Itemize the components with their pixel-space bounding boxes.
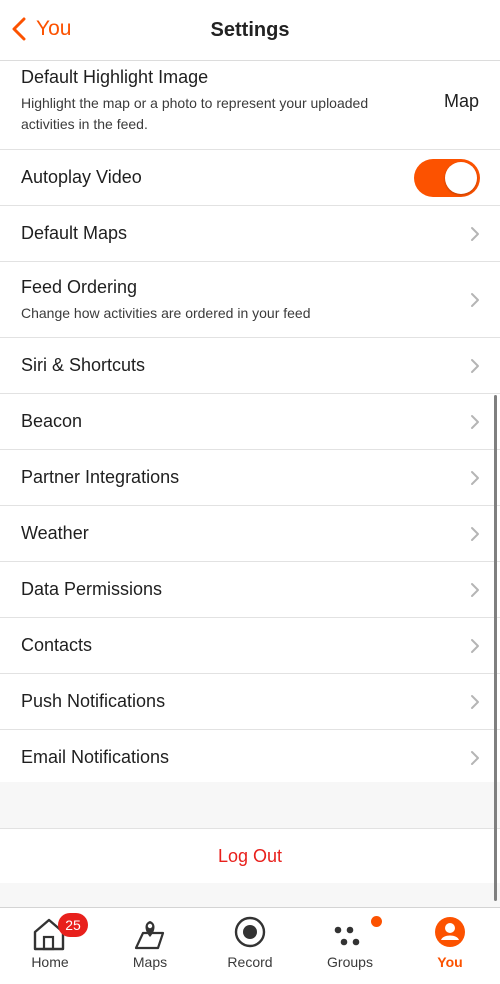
default-highlight-image-description-line1: Highlight the map or a photo to represen… — [21, 95, 369, 111]
notification-badge: 25 — [58, 913, 88, 937]
tab-maps[interactable]: Maps — [100, 908, 200, 984]
chevron-right-icon — [471, 695, 479, 709]
feed-ordering-label: Feed Ordering — [21, 277, 138, 297]
autoplay-video-toggle[interactable] — [414, 159, 480, 197]
contacts-label: Contacts — [21, 635, 93, 655]
partner-integrations-label: Partner Integrations — [21, 467, 180, 487]
feed-ordering-description: Change how activities are ordered in you… — [21, 305, 311, 321]
tab-you-label: You — [437, 954, 463, 970]
data-permissions-row[interactable]: Data Permissions — [0, 562, 500, 618]
default-maps-label: Default Maps — [21, 223, 128, 243]
toggle-knob — [445, 162, 477, 194]
chevron-right-icon — [471, 415, 479, 429]
scroll-indicator[interactable] — [494, 395, 497, 901]
settings-list: Default Highlight Image Highlight the ma… — [0, 61, 500, 786]
navigation-bar: You Settings — [0, 0, 500, 61]
push-notifications-row[interactable]: Push Notifications — [0, 674, 500, 730]
groups-icon — [334, 926, 360, 946]
log-out-button[interactable]: Log Out — [0, 828, 500, 884]
weather-label: Weather — [21, 523, 89, 543]
chevron-right-icon — [471, 227, 479, 241]
record-icon — [234, 916, 266, 948]
push-notifications-label: Push Notifications — [21, 691, 166, 711]
tab-groups-label: Groups — [327, 954, 373, 970]
chevron-right-icon — [471, 583, 479, 597]
beacon-label: Beacon — [21, 411, 83, 431]
weather-row[interactable]: Weather — [0, 506, 500, 562]
autoplay-video-label: Autoplay Video — [21, 167, 142, 187]
tab-maps-label: Maps — [132, 954, 168, 970]
chevron-right-icon — [471, 751, 479, 765]
email-notifications-label: Email Notifications — [21, 747, 170, 767]
chevron-right-icon — [471, 471, 479, 485]
tab-you[interactable]: You — [400, 908, 500, 984]
feed-ordering-row[interactable]: Feed Ordering Change how activities are … — [0, 262, 500, 338]
chevron-right-icon — [471, 527, 479, 541]
page-title: Settings — [210, 19, 290, 41]
chevron-right-icon — [471, 293, 479, 307]
siri-shortcuts-label: Siri & Shortcuts — [21, 355, 146, 375]
tab-record-label: Record — [227, 954, 273, 970]
data-permissions-label: Data Permissions — [21, 579, 163, 599]
autoplay-video-row: Autoplay Video — [0, 150, 500, 206]
profile-icon — [435, 917, 465, 947]
default-highlight-image-value: Map — [443, 91, 479, 111]
tab-home-label: Home — [31, 954, 69, 970]
tab-home[interactable]: 25 Home — [0, 908, 100, 984]
section-spacer — [0, 782, 500, 828]
default-highlight-image-label: Default Highlight Image — [21, 67, 209, 87]
default-maps-row[interactable]: Default Maps — [0, 206, 500, 262]
chevron-right-icon — [471, 359, 479, 373]
default-highlight-image-description-line2: activities in the feed. — [21, 116, 148, 132]
notification-dot — [371, 916, 382, 927]
default-highlight-image-row[interactable]: Default Highlight Image Highlight the ma… — [0, 61, 500, 150]
tab-record[interactable]: Record — [200, 908, 300, 984]
contacts-row[interactable]: Contacts — [0, 618, 500, 674]
tab-groups[interactable]: Groups — [300, 908, 400, 984]
section-spacer — [0, 883, 500, 907]
chevron-right-icon — [471, 639, 479, 653]
tab-bar: 25 Home Maps Record Groups You — [0, 907, 500, 984]
email-notifications-row[interactable]: Email Notifications — [0, 730, 500, 786]
beacon-row[interactable]: Beacon — [0, 394, 500, 450]
siri-shortcuts-row[interactable]: Siri & Shortcuts — [0, 338, 500, 394]
map-pin-icon — [134, 921, 165, 950]
partner-integrations-row[interactable]: Partner Integrations — [0, 450, 500, 506]
